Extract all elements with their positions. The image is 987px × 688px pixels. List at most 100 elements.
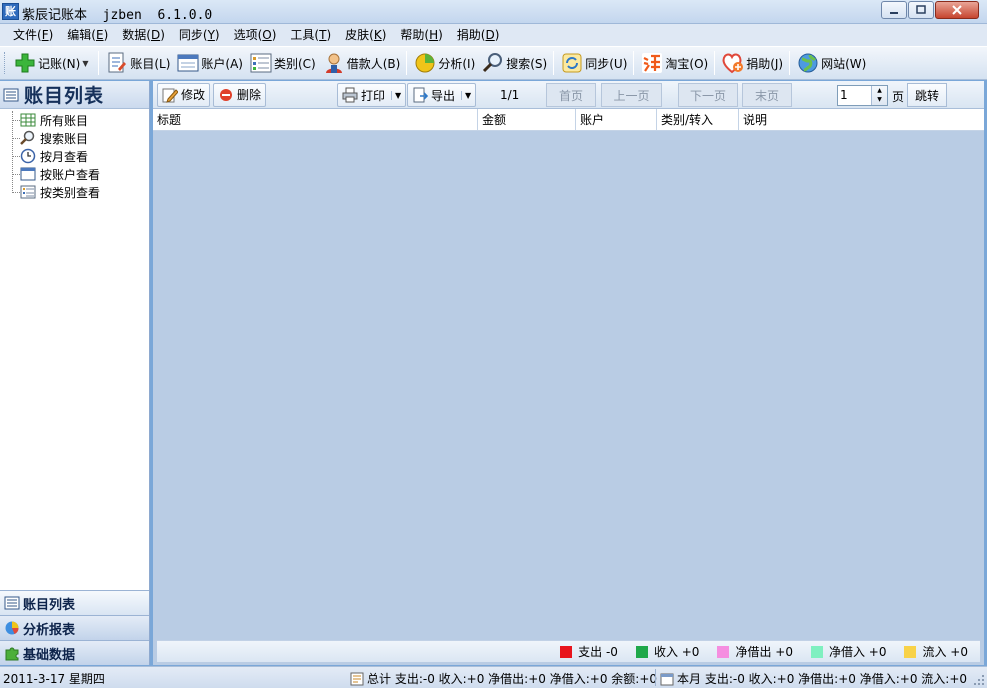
menu-label-end: ) bbox=[103, 28, 109, 42]
menu-item-5[interactable]: 工具(T) bbox=[283, 24, 338, 46]
first-page-button[interactable]: 首页 bbox=[546, 83, 596, 107]
legend-item: 收入 +0 bbox=[635, 643, 699, 660]
category-button[interactable]: 类别(C) bbox=[246, 49, 319, 77]
clock-icon bbox=[20, 148, 36, 164]
menu-accelerator: H bbox=[429, 28, 439, 42]
ledger-button[interactable]: 账目(L) bbox=[102, 49, 173, 77]
borrower-button[interactable]: 借款人(B) bbox=[319, 49, 404, 77]
menu-label-end: ) bbox=[214, 28, 220, 42]
category-label: 类别(C) bbox=[273, 56, 316, 71]
analysis-button[interactable]: 分析(I) bbox=[410, 49, 478, 77]
nav-tab-base-data[interactable]: 基础数据 bbox=[0, 640, 149, 665]
website-button[interactable]: 网站(W) bbox=[793, 49, 869, 77]
record-label: 记账(N) bbox=[38, 56, 81, 71]
resize-grip-icon[interactable] bbox=[973, 674, 985, 686]
heart-plus-icon bbox=[721, 51, 745, 75]
menu-item-2[interactable]: 数据(D) bbox=[115, 24, 172, 46]
app-icon: 账 bbox=[2, 3, 19, 20]
edit-button[interactable]: 修改 bbox=[157, 82, 211, 107]
minimize-icon bbox=[890, 12, 898, 14]
nav-tab-analysis-report[interactable]: 分析报表 bbox=[0, 615, 149, 640]
menu-item-4[interactable]: 选项(O) bbox=[227, 24, 284, 46]
sync-button[interactable]: 同步(U) bbox=[557, 49, 630, 77]
printer-icon bbox=[342, 87, 358, 103]
column-header-category[interactable]: 类别/转入 bbox=[657, 109, 739, 130]
column-header-account[interactable]: 账户 bbox=[576, 109, 657, 130]
tree-item-account[interactable]: 按账户查看 bbox=[8, 165, 149, 183]
donate-button[interactable]: 捐助(J) bbox=[718, 49, 786, 77]
menu-accelerator: K bbox=[373, 28, 382, 42]
legend-label: 支出 -0 bbox=[578, 645, 618, 659]
status-month-text: 本月 支出:-0 收入:+0 净借出:+0 净借入:+0 流入:+0 bbox=[677, 672, 968, 686]
column-header-title[interactable]: 标题 bbox=[153, 109, 478, 130]
menu-accelerator: Y bbox=[207, 28, 215, 42]
search-icon bbox=[20, 130, 36, 146]
record-button[interactable]: 记账(N) ▼ bbox=[10, 49, 95, 77]
next-page-button[interactable]: 下一页 bbox=[678, 83, 738, 107]
tree-item-all[interactable]: 所有账目 bbox=[8, 111, 149, 129]
toolbar-separator bbox=[98, 51, 100, 75]
menu-item-8[interactable]: 捐助(D) bbox=[450, 24, 507, 46]
window-controls bbox=[880, 1, 979, 19]
tree-item-label: 搜索账目 bbox=[40, 131, 89, 146]
record-dropdown-arrow[interactable]: ▼ bbox=[82, 59, 92, 68]
website-label: 网站(W) bbox=[821, 56, 867, 71]
menu-item-0[interactable]: 文件(F) bbox=[6, 24, 60, 46]
summary-icon bbox=[350, 672, 364, 685]
minimize-button[interactable] bbox=[881, 1, 907, 19]
menu-label-end: ) bbox=[438, 28, 443, 42]
menu-item-1[interactable]: 编辑(E) bbox=[60, 24, 115, 46]
menu-label: 编辑( bbox=[67, 28, 96, 42]
edit-icon bbox=[162, 87, 178, 103]
close-button[interactable] bbox=[935, 1, 979, 19]
taobao-icon bbox=[640, 51, 664, 75]
menu-label: 选项( bbox=[233, 28, 263, 42]
last-page-button[interactable]: 末页 bbox=[742, 83, 792, 107]
account-button[interactable]: 账户(A) bbox=[173, 49, 246, 77]
maximize-icon bbox=[916, 5, 926, 14]
toolbar-grip[interactable] bbox=[4, 52, 7, 74]
print-label: 打印 bbox=[361, 88, 386, 103]
main-toolbar: 记账(N) ▼ 账目(L) 账户(A) 类别(C) 借款人(B) 分析(I) 搜… bbox=[0, 46, 987, 80]
list-toolbar: 修改 删除 打印 ▼ 导出 ▼ 1/1 首页 上一页 下一页 末页 1 ▲ ▼ … bbox=[153, 81, 984, 109]
delete-button[interactable]: 删除 bbox=[213, 82, 267, 107]
sync-icon bbox=[560, 51, 584, 75]
account-icon bbox=[176, 51, 200, 75]
spin-up-icon[interactable]: ▲ bbox=[872, 86, 887, 95]
page-spinner[interactable]: ▲ ▼ bbox=[871, 86, 887, 105]
jump-button[interactable]: 跳转 bbox=[907, 83, 947, 107]
taobao-button[interactable]: 淘宝(O) bbox=[637, 49, 711, 77]
person-icon bbox=[322, 51, 346, 75]
spin-down-icon[interactable]: ▼ bbox=[872, 95, 887, 104]
taobao-label: 淘宝(O) bbox=[665, 56, 709, 71]
print-dropdown-arrow[interactable]: ▼ bbox=[391, 90, 401, 100]
menu-item-3[interactable]: 同步(Y) bbox=[172, 24, 227, 46]
column-header-amount[interactable]: 金额 bbox=[478, 109, 576, 130]
menu-bar: 文件(F) 编辑(E) 数据(D) 同步(Y) 选项(O) 工具(T) 皮肤(K) 帮助(H)… bbox=[0, 24, 987, 46]
ledger-icon bbox=[105, 51, 129, 75]
toolbar-separator bbox=[633, 51, 635, 75]
menu-item-6[interactable]: 皮肤(K) bbox=[338, 24, 393, 46]
maximize-button[interactable] bbox=[908, 1, 934, 19]
pie-chart-icon bbox=[413, 51, 437, 75]
tree-item-month[interactable]: 按月查看 bbox=[8, 147, 149, 165]
tree-item-category[interactable]: 按类别查看 bbox=[8, 183, 149, 201]
nav-tab-ledger-list[interactable]: 账目列表 bbox=[0, 590, 149, 615]
export-dropdown-arrow[interactable]: ▼ bbox=[461, 90, 471, 100]
close-icon bbox=[952, 5, 962, 15]
list-icon bbox=[4, 595, 20, 611]
menu-label: 文件( bbox=[13, 28, 42, 42]
prev-page-button[interactable]: 上一页 bbox=[601, 83, 662, 107]
print-button[interactable]: 打印 ▼ bbox=[337, 83, 407, 107]
search-button[interactable]: 搜索(S) bbox=[478, 49, 550, 77]
legend-label: 流入 +0 bbox=[922, 645, 968, 659]
export-button[interactable]: 导出 ▼ bbox=[407, 83, 477, 107]
menu-item-7[interactable]: 帮助(H) bbox=[393, 24, 449, 46]
ledger-grid[interactable] bbox=[153, 131, 984, 636]
account-icon bbox=[20, 166, 36, 182]
category-icon bbox=[20, 184, 36, 200]
column-header-note[interactable]: 说明 bbox=[739, 109, 984, 130]
menu-label-end: ) bbox=[160, 28, 165, 42]
tree-item-search[interactable]: 搜索账目 bbox=[8, 129, 149, 147]
tree-item-label: 按月查看 bbox=[40, 149, 89, 164]
